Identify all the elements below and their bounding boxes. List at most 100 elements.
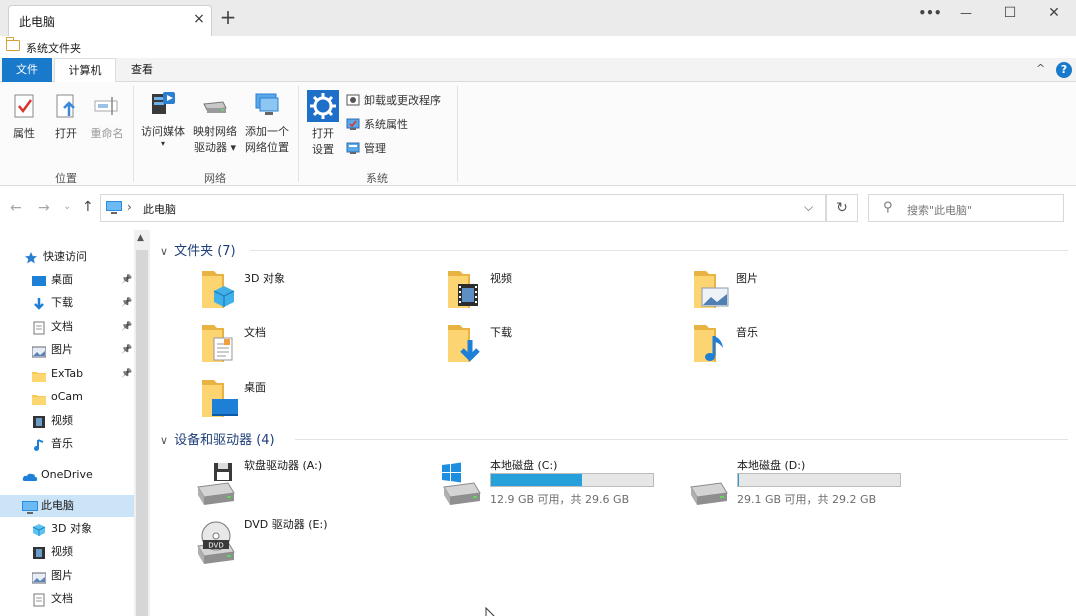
more-options-button[interactable]: ••• xyxy=(910,2,950,24)
pin-icon[interactable]: 📌 xyxy=(121,292,132,314)
sidebar-item-label: 视频 xyxy=(51,414,73,427)
drive-item[interactable]: 软盘驱动器 (A:) xyxy=(194,457,434,517)
pin-icon[interactable]: 📌 xyxy=(121,269,132,291)
folder-item[interactable]: 3D 对象 xyxy=(200,268,440,318)
sidebar-item[interactable]: 此电脑 xyxy=(0,495,134,517)
sidebar-item[interactable]: oCam xyxy=(0,386,134,408)
sidebar-item[interactable]: 3D 对象 xyxy=(0,518,134,540)
sidebar-item[interactable]: 视频 xyxy=(0,541,134,563)
tab-this-pc[interactable]: 此电脑 × xyxy=(8,5,212,36)
download-folder-icon xyxy=(446,322,486,364)
sidebar-item-label: 图片 xyxy=(51,343,73,356)
back-arrow-icon[interactable]: ← xyxy=(10,200,22,216)
sidebar-item[interactable]: 文档 📌 xyxy=(0,316,134,338)
folders-section-header[interactable]: ∨ 文件夹 (7) xyxy=(160,240,236,260)
address-bar[interactable]: › 此电脑 xyxy=(100,194,826,222)
sidebar-item[interactable]: 图片 xyxy=(0,565,134,587)
breadcrumb-separator[interactable]: › xyxy=(127,200,132,214)
sidebar-item[interactable]: OneDrive xyxy=(0,464,134,486)
navigation-bar: ← → ⌄ ↑ › 此电脑 ⌵ ↻ ⚲ 搜索"此电脑" xyxy=(0,186,1076,230)
document-icon xyxy=(32,593,46,607)
folder-item[interactable]: 文档 xyxy=(200,322,440,372)
drive-item[interactable]: 本地磁盘 (C:) 12.9 GB 可用，共 29.6 GB xyxy=(440,457,680,517)
minimize-button[interactable]: — xyxy=(946,2,986,24)
folder-strip-label: 系统文件夹 xyxy=(26,42,81,55)
close-window-button[interactable]: ✕ xyxy=(1034,2,1074,24)
access-media-label: 访问媒体 xyxy=(141,125,185,138)
folder-label: 文档 xyxy=(244,326,266,339)
video-icon xyxy=(32,546,46,559)
forward-arrow-icon[interactable]: → xyxy=(38,200,50,216)
chevron-down-icon: ∨ xyxy=(160,245,169,258)
up-arrow-icon[interactable]: ↑ xyxy=(82,199,94,215)
map-network-drive-button[interactable]: 映射网络 驱动器 ▾ xyxy=(190,90,240,156)
sidebar-item[interactable]: 桌面 📌 xyxy=(0,269,134,291)
sidebar-item[interactable]: 音乐 xyxy=(0,433,134,455)
main-content: ∨ 文件夹 (7) 3D 对象 视频 图片文档 下载 音乐桌面 ∨ 设备和驱动器 (4) 软… xyxy=(150,230,1076,616)
add-location-label-1: 添加一个 xyxy=(245,125,289,138)
scrollbar-thumb[interactable] xyxy=(136,250,148,616)
download-icon xyxy=(32,297,46,310)
pin-icon[interactable]: 📌 xyxy=(121,316,132,338)
access-media-button[interactable]: 访问媒体 ▾ xyxy=(138,90,188,148)
tab-file[interactable]: 文件 xyxy=(2,58,52,82)
title-bar: 此电脑 × + ••• — ☐ ✕ xyxy=(0,0,1076,36)
folder-item[interactable]: 视频 xyxy=(446,268,686,318)
maximize-button[interactable]: ☐ xyxy=(990,2,1030,24)
drive-item[interactable]: DVD DVD 驱动器 (E:) xyxy=(194,516,434,576)
picture-icon xyxy=(31,344,47,358)
sidebar-item[interactable]: 下载 📌 xyxy=(0,292,134,314)
add-network-location-button[interactable]: 添加一个 网络位置 xyxy=(242,90,292,156)
collapse-ribbon-icon[interactable]: ^ xyxy=(1036,62,1045,75)
folder-item[interactable]: 下载 xyxy=(446,322,686,372)
rename-button[interactable]: 重命名 xyxy=(88,92,126,142)
folder-item[interactable]: 音乐 xyxy=(692,322,932,372)
desktop-icon xyxy=(32,274,46,286)
pc-icon xyxy=(22,500,38,514)
system-group-label: 系统 xyxy=(366,172,388,185)
close-tab-icon[interactable]: × xyxy=(191,11,207,27)
pin-icon[interactable]: 📌 xyxy=(121,363,132,385)
uninstall-program-button[interactable]: 卸载或更改程序 xyxy=(346,92,441,110)
recent-locations-icon[interactable]: ⌄ xyxy=(63,201,71,212)
sidebar-item[interactable]: ExTab 📌 xyxy=(0,363,134,385)
group-separator xyxy=(457,86,458,182)
refresh-button[interactable]: ↻ xyxy=(826,194,858,222)
new-tab-button[interactable]: + xyxy=(219,7,237,27)
sidebar-item-label: 桌面 xyxy=(51,273,73,286)
drives-section-header[interactable]: ∨ 设备和驱动器 (4) xyxy=(160,429,275,449)
scroll-up-icon[interactable]: ▲ xyxy=(137,233,144,243)
sidebar-item[interactable]: 快速访问 xyxy=(0,246,134,268)
pin-icon[interactable]: 📌 xyxy=(121,339,132,361)
help-icon[interactable]: ? xyxy=(1056,62,1072,78)
sidebar-item-label: ExTab xyxy=(51,367,84,380)
drive-size-text: 29.1 GB 可用，共 29.2 GB xyxy=(737,493,877,506)
open-label: 打开 xyxy=(55,127,77,140)
document-folder-icon xyxy=(200,322,240,364)
media-server-icon xyxy=(149,90,177,118)
breadcrumb-this-pc[interactable]: 此电脑 xyxy=(143,201,176,217)
sidebar-scrollbar[interactable]: ▲ xyxy=(134,230,150,616)
address-dropdown-icon[interactable]: ⌵ xyxy=(804,200,813,215)
navigation-pane: 快速访问 桌面 📌 下载 📌 文档 📌 图片 📌 ExTab 📌 oCam 视频 音乐 OneDrive 此电… xyxy=(0,230,150,616)
folder-item[interactable]: 桌面 xyxy=(200,377,440,427)
folder-item[interactable]: 图片 xyxy=(692,268,932,318)
sidebar-item-label: 快速访问 xyxy=(43,250,87,263)
sidebar-item[interactable]: 图片 📌 xyxy=(0,339,134,361)
sidebar-item[interactable]: 文档 xyxy=(0,588,134,610)
system-properties-button[interactable]: 系统属性 xyxy=(346,116,408,134)
manage-label: 管理 xyxy=(364,142,386,155)
search-input[interactable]: ⚲ 搜索"此电脑" xyxy=(868,194,1064,222)
hard-drive-icon xyxy=(687,461,731,505)
tab-view[interactable]: 查看 xyxy=(118,58,166,82)
folder-icon xyxy=(32,368,46,382)
sidebar-item-label: 文档 xyxy=(51,592,73,605)
drive-item[interactable]: 本地磁盘 (D:) 29.1 GB 可用，共 29.2 GB xyxy=(687,457,927,517)
manage-button[interactable]: 管理 xyxy=(346,140,386,158)
open-settings-button[interactable]: 打开 设置 xyxy=(304,90,342,158)
properties-button[interactable]: 属性 xyxy=(8,92,40,142)
sidebar-item[interactable]: 视频 xyxy=(0,410,134,432)
desktop-folder-icon xyxy=(200,377,240,419)
open-button[interactable]: 打开 xyxy=(50,92,82,142)
tab-computer[interactable]: 计算机 xyxy=(54,58,116,83)
